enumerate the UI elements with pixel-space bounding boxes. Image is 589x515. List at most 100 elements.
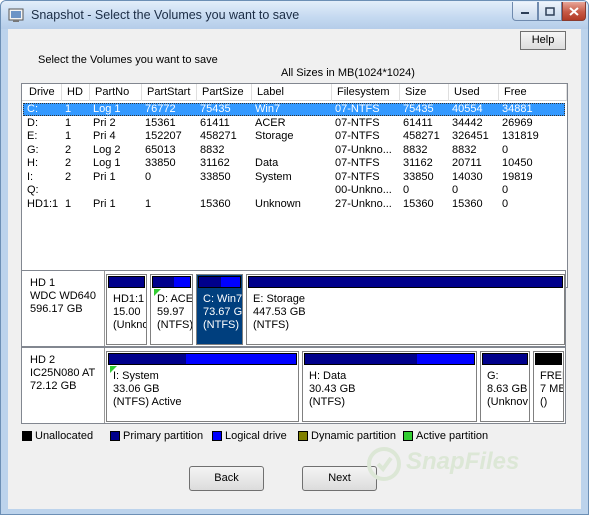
partition-block[interactable]: H: Data 30.43 GB (NTFS) (302, 351, 477, 422)
cell-used: 0 (452, 184, 459, 196)
partition-block[interactable]: G: 8.63 GB (Unknov (480, 351, 530, 422)
column-header-partstart[interactable]: PartStart (142, 84, 197, 101)
partition-usage-bar (535, 353, 562, 365)
cell-partstart: 152207 (145, 130, 182, 142)
legend-label: Logical drive (225, 430, 287, 442)
back-button[interactable]: Back (189, 466, 264, 491)
column-header-drive[interactable]: Drive (24, 84, 62, 101)
cell-partsize: 33850 (200, 170, 231, 183)
column-header-partno[interactable]: PartNo (90, 84, 142, 101)
partition-label-line: 447.53 GB (253, 306, 306, 318)
cell-drive: I: (27, 170, 34, 183)
cell-partsize: 75435 (200, 103, 231, 115)
partition-label: H: Data 30.43 GB (NTFS) (309, 370, 355, 409)
partition-label-line: (NTFS) (253, 319, 290, 331)
cell-partsize: 15360 (200, 197, 231, 210)
partition-label-line: (Unkno (113, 319, 147, 331)
table-row[interactable]: Q: 00-Unkno... 0 0 0 (22, 184, 567, 197)
cell-size: 0 (403, 184, 410, 196)
partition-label-line: I: System (113, 370, 159, 382)
cell-used: 20711 (452, 157, 482, 169)
table-row[interactable]: H: 2 Log 1 33850 31162 Data 07-NTFS 31162 20711 1… (22, 157, 567, 170)
partition-block[interactable]: I: System 33.06 GB (NTFS) Active (106, 351, 299, 422)
cell-hd: 2 (65, 170, 72, 183)
cell-hd: 1 (65, 197, 72, 210)
disk-name: HD 1 (30, 277, 56, 289)
partition-usage-bar (248, 276, 563, 288)
partition-block[interactable]: C: Win7 73.67 GI (NTFS) (196, 274, 243, 345)
cell-free: 19819 (502, 170, 533, 183)
cell-drive: H: (27, 157, 38, 169)
partition-label-line: 30.43 GB (309, 383, 356, 395)
partition-label-line: () (540, 396, 548, 408)
partition-label: HD1:1 15.00 (Unkno (113, 293, 147, 332)
cell-hd: 1 (65, 103, 72, 115)
cell-free: 0 (502, 197, 509, 210)
partition-label: E: Storage 447.53 GB (NTFS) (253, 293, 306, 332)
cell-drive: C: (27, 103, 38, 115)
table-row[interactable]: D: 1 Pri 2 15361 61411 ACER 07-NTFS 61411 34442 2… (22, 117, 567, 130)
partition-block[interactable]: FREE7 MB() (533, 351, 564, 422)
partition-block[interactable]: E: Storage 447.53 GB (NTFS) (246, 274, 565, 345)
cell-used: 34442 (452, 116, 483, 129)
column-header-partsize[interactable]: PartSize (197, 84, 252, 101)
cell-free: 0 (502, 143, 509, 156)
partition-free-space (173, 277, 190, 287)
cell-drive: HD1:1 (27, 197, 59, 210)
sizes-note: All Sizes in MB(1024*1024) (281, 67, 415, 79)
partition-block[interactable]: D: ACE 59.97 (NTFS) (150, 274, 193, 345)
disk-info: HD 2 IC25N080 AT 72.12 GB (22, 348, 105, 423)
column-header-filesystem[interactable]: Filesystem (332, 84, 400, 101)
cell-hd: 1 (65, 130, 72, 142)
disk-name: HD 2 (30, 354, 56, 366)
snapfiles-logo-icon (367, 447, 401, 481)
cell-label: System (255, 170, 292, 183)
column-header-free[interactable]: Free (499, 84, 567, 101)
cell-free: 10450 (502, 157, 533, 169)
cell-partstart: 0 (145, 170, 152, 183)
partition-usage-bar (198, 276, 241, 288)
partition-block[interactable]: HD1:1 15.00 (Unkno (106, 274, 147, 345)
table-row[interactable]: I: 2 Pri 1 0 33850 System 07-NTFS 33850 14030 198… (22, 171, 567, 184)
table-row[interactable]: C: 1 Log 1 76772 75435 Win7 07-NTFS 75435 40554 3… (22, 103, 567, 116)
cell-partno: Pri 4 (93, 130, 116, 142)
help-button[interactable]: Help (520, 31, 566, 50)
cell-partsize: 458271 (200, 130, 237, 142)
column-header-label[interactable]: Label (252, 84, 332, 101)
partition-label-line: HD1:1 (113, 293, 145, 305)
column-header-size[interactable]: Size (400, 84, 449, 101)
title-bar[interactable]: Snapshot - Select the Volumes you want t… (1, 1, 588, 29)
volume-list[interactable]: Drive HD PartNo PartStart PartSize Label Files… (21, 83, 568, 288)
cell-partstart (145, 184, 197, 197)
cell-label: Storage (255, 130, 294, 142)
cell-partno: Log 1 (93, 103, 121, 115)
legend-label: Unallocated (35, 430, 94, 442)
cell-filesystem: 00-Unkno... (335, 184, 392, 196)
minimize-button[interactable] (512, 2, 538, 21)
cell-free: 34881 (502, 103, 533, 115)
table-row[interactable]: E: 1 Pri 4 152207 458271 Storage 07-NTFS 458271… (22, 130, 567, 143)
cell-partsize: 8832 (200, 143, 225, 156)
partition-usage-bar (152, 276, 191, 288)
cell-label (255, 144, 332, 157)
table-row[interactable]: G: 2 Log 2 65013 8832 07-Unkno... 8832 8832 0 (22, 144, 567, 157)
column-header-used[interactable]: Used (449, 84, 499, 101)
instruction-text: Select the Volumes you want to save (38, 54, 218, 66)
disk-model: WDC WD640 (30, 290, 97, 302)
partition-label: I: System 33.06 GB (NTFS) Active (113, 370, 181, 409)
partition-usage-bar (304, 353, 475, 365)
column-header-hd[interactable]: HD (62, 84, 90, 101)
cell-filesystem: 07-NTFS (335, 116, 380, 129)
cell-used: 326451 (452, 130, 489, 142)
close-button[interactable] (562, 2, 586, 21)
partition-label-line: FREE (540, 370, 563, 382)
legend-swatch (212, 431, 222, 441)
watermark-text: SnapFiles (406, 448, 520, 475)
cell-partstart: 33850 (145, 157, 176, 169)
window-title: Snapshot - Select the Volumes you want t… (31, 8, 300, 22)
partition-label-line: E: Storage (253, 293, 305, 305)
maximize-button[interactable] (538, 2, 562, 21)
table-row[interactable]: HD1:1 1 Pri 1 1 15360 Unknown 27-Unkno... 15360… (22, 198, 567, 211)
partition-label-line: 15.00 (113, 306, 141, 318)
cell-drive: D: (27, 116, 38, 129)
